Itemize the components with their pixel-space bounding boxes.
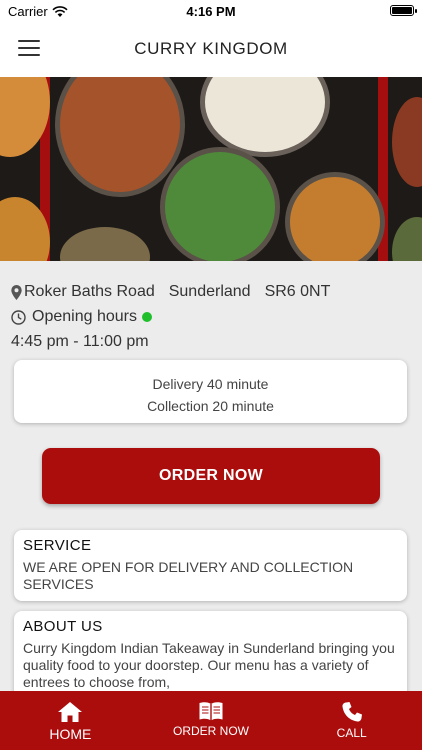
opening-hours-time: 4:45 pm - 11:00 pm [11,333,149,350]
status-bar: Carrier 4:16 PM [0,0,422,22]
nav-call[interactable]: CALL [281,691,422,750]
nav-order-now[interactable]: ORDER NOW [141,691,282,750]
bottom-nav: HOME ORDER NOW CALL [0,691,422,750]
nav-home[interactable]: HOME [0,691,141,750]
phone-icon [342,702,362,722]
clock-icon [11,309,26,325]
location-pin-icon [11,284,22,300]
status-time: 4:16 PM [186,4,236,19]
menu-book-icon [199,702,223,721]
collection-time: Collection 20 minute [147,398,274,414]
service-card: SERVICE WE ARE OPEN FOR DELIVERY AND COL… [14,530,407,601]
delivery-times-card: Delivery 40 minute Collection 20 minute [14,360,407,423]
page-title: CURRY KINGDOM [134,39,288,58]
restaurant-info: Roker Baths Road Sunderland SR6 0NT Open… [11,281,344,356]
opening-hours-row: Opening hours [11,306,344,328]
hero-food-image [0,77,422,261]
address-city: Sunderland [168,283,251,300]
address-postcode: SR6 0NT [264,283,331,300]
order-now-button[interactable]: ORDER NOW [42,448,380,504]
delivery-time: Delivery 40 minute [152,376,269,392]
about-text: Curry Kingdom Indian Takeaway in Sunderl… [23,640,395,690]
address-street: Roker Baths Road [24,283,155,300]
battery-icon [390,5,417,16]
nav-order-label: ORDER NOW [173,724,249,738]
service-text: WE ARE OPEN FOR DELIVERY AND COLLECTION … [23,559,354,592]
service-title: SERVICE [23,537,92,554]
address: Roker Baths Road Sunderland SR6 0NT [11,281,344,303]
nav-call-label: CALL [336,726,367,740]
home-icon [58,702,83,722]
open-status-dot [141,312,152,322]
opening-hours-label: Opening hours [32,308,137,325]
nav-home-label: HOME [49,726,92,742]
about-title: ABOUT US [23,618,103,635]
app-bar: CURRY KINGDOM [0,22,422,77]
